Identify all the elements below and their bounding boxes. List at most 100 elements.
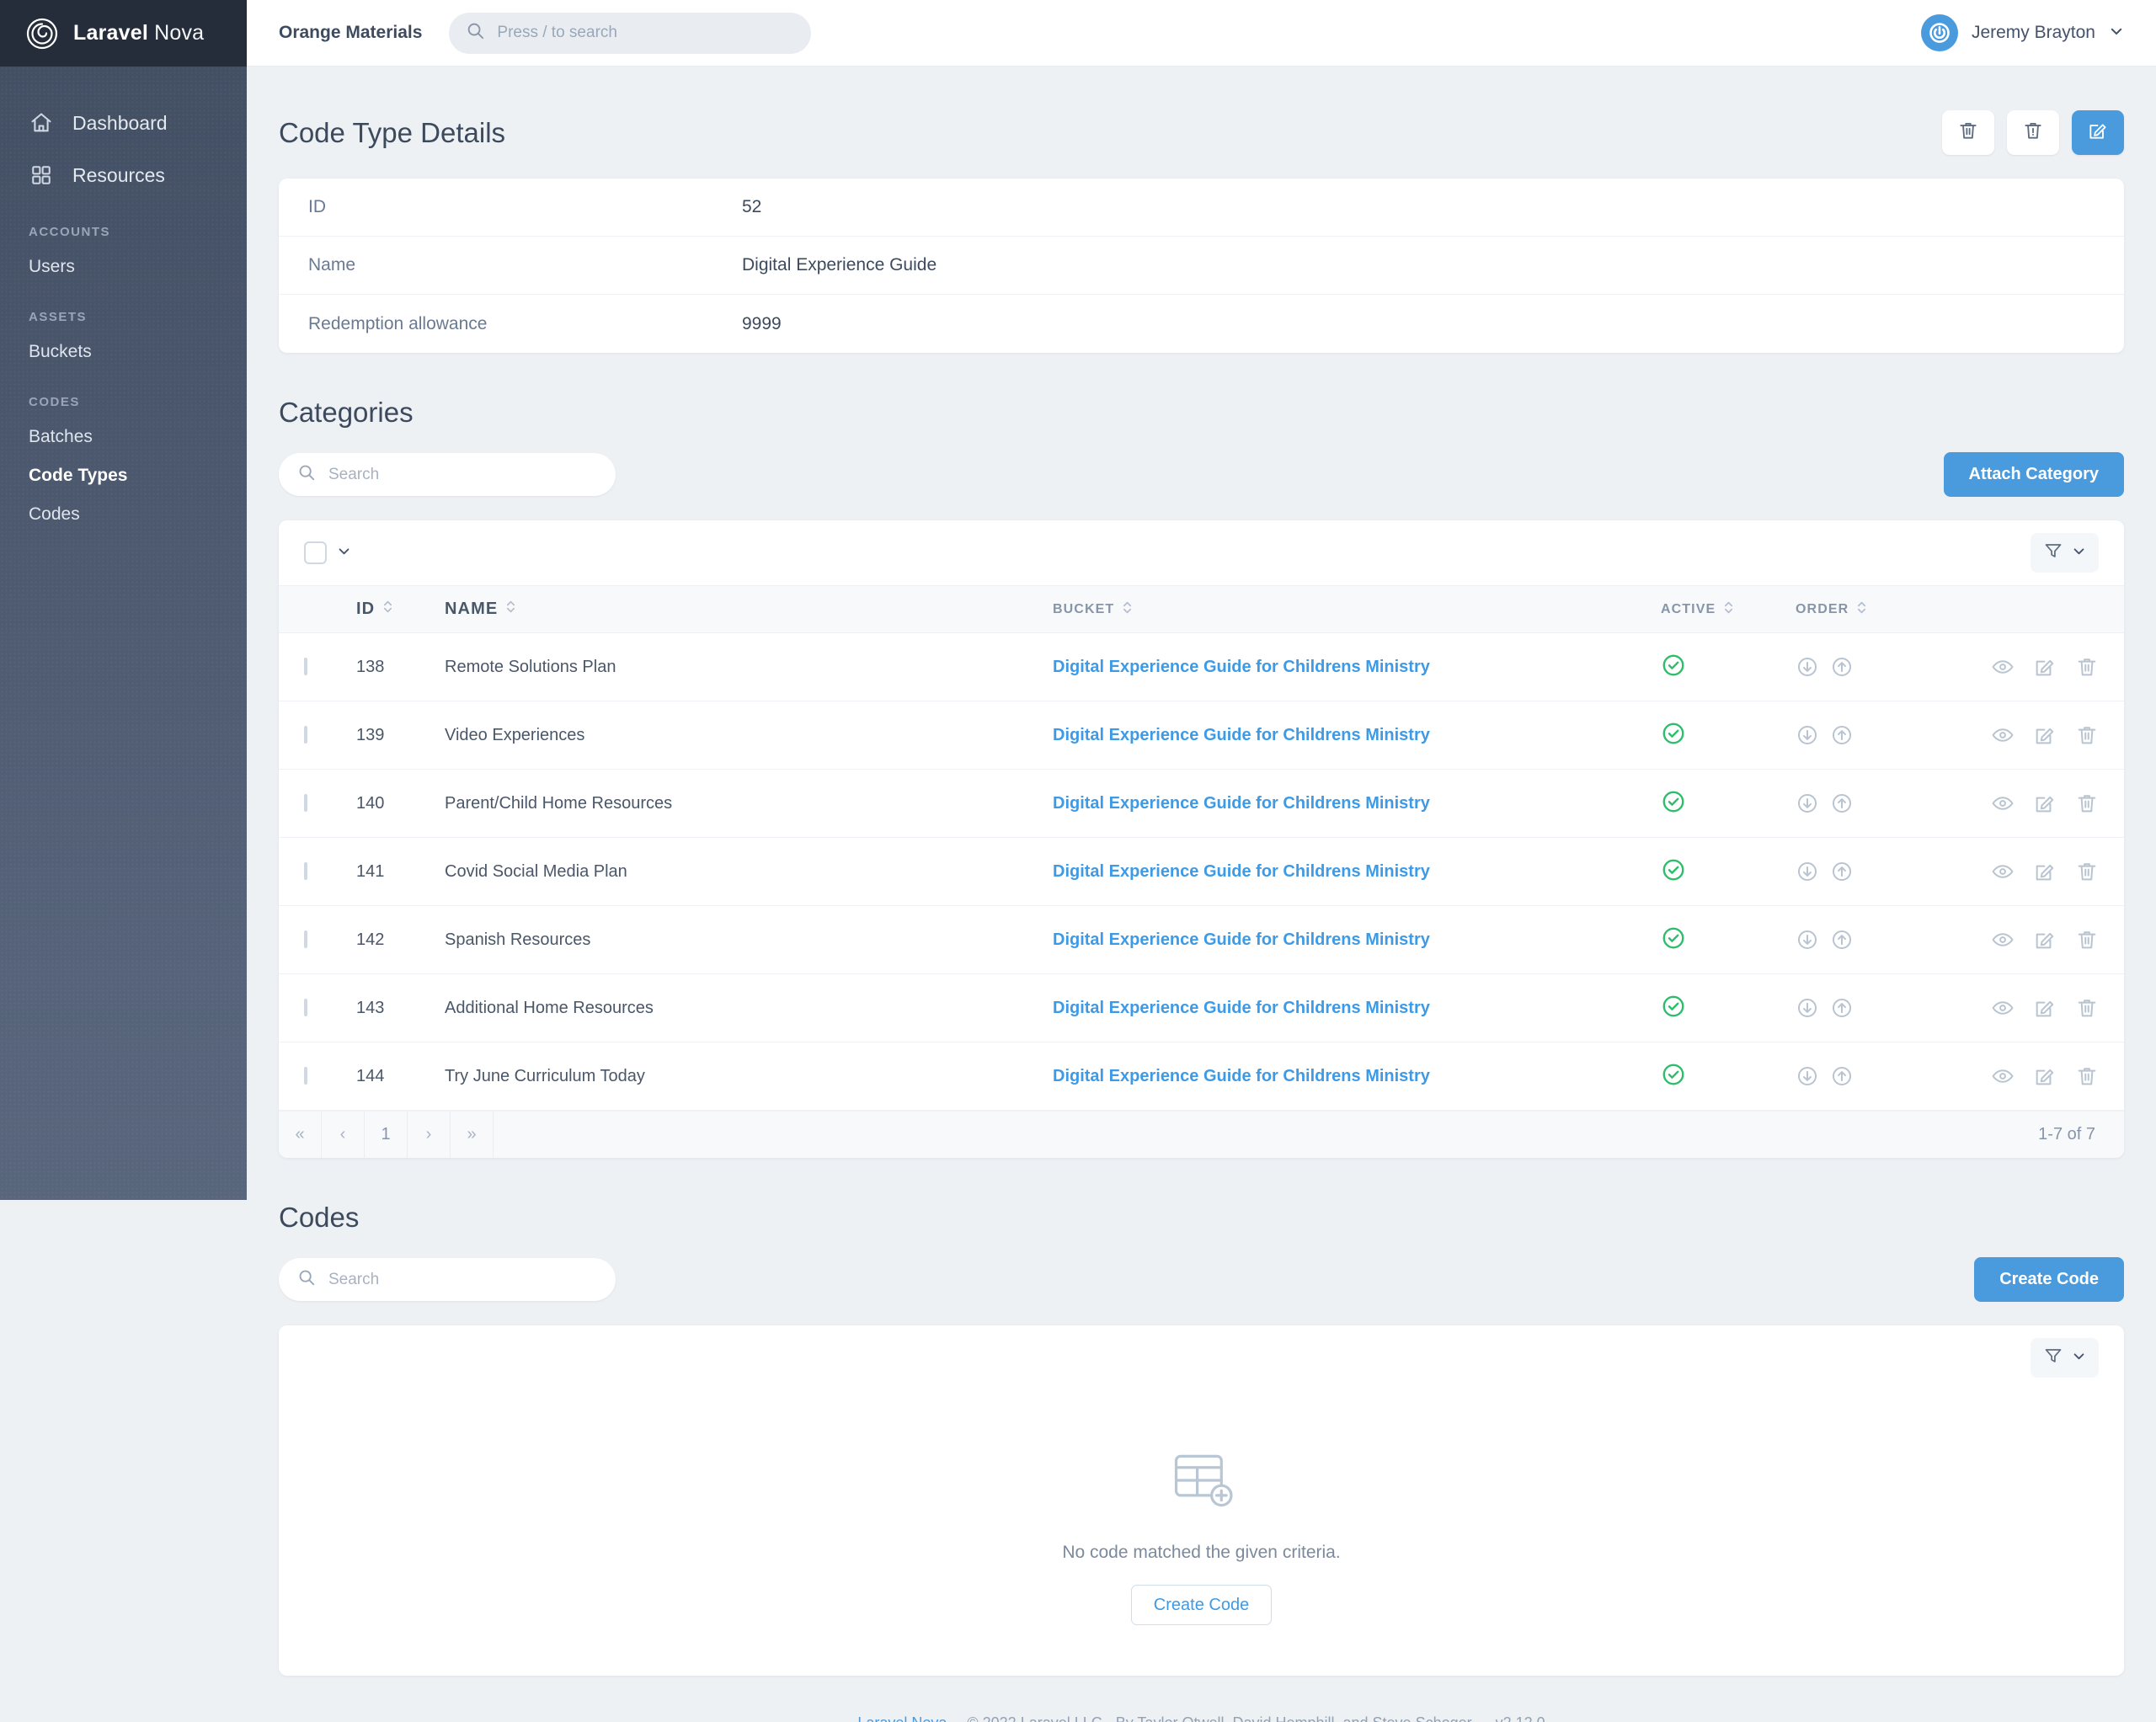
move-down-icon[interactable] [1796, 928, 1819, 952]
view-eye-icon[interactable] [1991, 928, 2015, 952]
row-bucket-link[interactable]: Digital Experience Guide for Childrens M… [1053, 999, 1430, 1017]
edit-pencil-icon[interactable] [2033, 655, 2057, 679]
table-row[interactable]: 141 Covid Social Media Plan Digital Experi… [279, 837, 2124, 906]
sidebar-item-dashboard[interactable]: Dashboard [0, 97, 247, 149]
view-eye-icon[interactable] [1991, 792, 2015, 815]
categories-table: ID Name [279, 585, 2124, 1111]
categories-search[interactable] [279, 453, 616, 496]
global-search-input[interactable] [497, 24, 795, 42]
table-row[interactable]: 143 Additional Home Resources Digital Expe… [279, 973, 2124, 1042]
edit-pencil-icon[interactable] [2033, 792, 2057, 815]
move-up-icon[interactable] [1830, 723, 1854, 747]
sidebar-item-buckets[interactable]: Buckets [0, 333, 247, 371]
delete-trash-icon[interactable] [2075, 996, 2099, 1020]
row-bucket-link[interactable]: Digital Experience Guide for Childrens M… [1053, 862, 1430, 881]
categories-search-input[interactable] [328, 465, 597, 484]
edit-pencil-icon[interactable] [2033, 860, 2057, 883]
attach-category-button[interactable]: Attach Category [1943, 452, 2124, 497]
move-up-icon[interactable] [1830, 1064, 1854, 1088]
edit-pencil-icon[interactable] [2033, 996, 2057, 1020]
footer-link-laravel-nova[interactable]: Laravel Nova [857, 1714, 947, 1722]
row-id: 142 [356, 905, 445, 974]
move-up-icon[interactable] [1830, 928, 1854, 952]
row-checkbox-cell [279, 1042, 356, 1111]
row-checkbox[interactable] [304, 930, 307, 948]
row-bucket-link[interactable]: Digital Experience Guide for Childrens M… [1053, 658, 1430, 676]
view-eye-icon[interactable] [1991, 723, 2015, 747]
pagination-next[interactable]: › [408, 1112, 451, 1158]
row-checkbox[interactable] [304, 1067, 307, 1085]
table-row[interactable]: 140 Parent/Child Home Resources Digital Ex… [279, 769, 2124, 838]
th-id[interactable]: ID [356, 586, 445, 633]
row-checkbox[interactable] [304, 726, 307, 744]
th-active[interactable]: Active [1661, 586, 1796, 633]
table-row[interactable]: 139 Video Experiences Digital Experience G… [279, 701, 2124, 770]
pagination-page-1[interactable]: 1 [365, 1112, 408, 1158]
row-bucket-link[interactable]: Digital Experience Guide for Childrens M… [1053, 1067, 1430, 1085]
move-down-icon[interactable] [1796, 655, 1819, 679]
details-header: Code Type Details [279, 67, 2124, 179]
row-checkbox[interactable] [304, 658, 307, 675]
move-up-icon[interactable] [1830, 792, 1854, 815]
delete-trash-icon[interactable] [2075, 792, 2099, 815]
view-eye-icon[interactable] [1991, 655, 2015, 679]
move-down-icon[interactable] [1796, 723, 1819, 747]
row-checkbox[interactable] [304, 999, 307, 1016]
select-all-control[interactable] [304, 541, 351, 564]
move-up-icon[interactable] [1830, 996, 1854, 1020]
detail-row: ID 52 [279, 179, 2124, 237]
move-down-icon[interactable] [1796, 792, 1819, 815]
pagination-prev[interactable]: ‹ [322, 1112, 365, 1158]
table-row[interactable]: 144 Try June Curriculum Today Digital Expe… [279, 1042, 2124, 1111]
row-bucket-link[interactable]: Digital Experience Guide for Childrens M… [1053, 726, 1430, 744]
row-checkbox[interactable] [304, 794, 307, 812]
global-search[interactable] [449, 12, 812, 54]
sidebar-logo[interactable]: Laravel Nova [0, 0, 247, 67]
codes-search[interactable] [279, 1258, 616, 1301]
view-eye-icon[interactable] [1991, 996, 2015, 1020]
edit-button[interactable] [2072, 110, 2124, 155]
move-down-icon[interactable] [1796, 996, 1819, 1020]
table-row[interactable]: 142 Spanish Resources Digital Experience G… [279, 905, 2124, 974]
move-down-icon[interactable] [1796, 860, 1819, 883]
edit-pencil-icon[interactable] [2033, 928, 2057, 952]
move-down-icon[interactable] [1796, 1064, 1819, 1088]
edit-pencil-icon[interactable] [2033, 723, 2057, 747]
codes-filter-button[interactable] [2031, 1338, 2099, 1378]
sidebar-item-users[interactable]: Users [0, 248, 247, 286]
sidebar-item-resources[interactable]: Resources [0, 149, 247, 201]
th-name[interactable]: Name [445, 586, 1053, 633]
sidebar-item-codes[interactable]: Codes [0, 495, 247, 534]
delete-trash-icon[interactable] [2075, 860, 2099, 883]
create-code-button[interactable]: Create Code [1974, 1257, 2124, 1302]
edit-pencil-icon[interactable] [2033, 1064, 2057, 1088]
force-delete-button[interactable] [2007, 110, 2059, 155]
row-checkbox[interactable] [304, 862, 307, 880]
sidebar-item-batches[interactable]: Batches [0, 418, 247, 456]
delete-trash-icon[interactable] [2075, 723, 2099, 747]
row-bucket-link[interactable]: Digital Experience Guide for Childrens M… [1053, 794, 1430, 813]
categories-filter-button[interactable] [2031, 533, 2099, 573]
pagination-first[interactable]: « [279, 1112, 322, 1158]
user-menu[interactable]: Jeremy Brayton [1920, 14, 2124, 51]
th-order[interactable]: Order [1796, 586, 1943, 633]
table-row[interactable]: 138 Remote Solutions Plan Digital Experien… [279, 632, 2124, 701]
codes-search-input[interactable] [328, 1270, 597, 1289]
delete-trash-icon[interactable] [2075, 655, 2099, 679]
row-checkbox-cell [279, 905, 356, 974]
chevron-down-icon[interactable] [337, 544, 351, 562]
view-eye-icon[interactable] [1991, 1064, 2015, 1088]
sidebar-item-code-types[interactable]: Code Types [0, 456, 247, 495]
move-up-icon[interactable] [1830, 860, 1854, 883]
row-id: 139 [356, 701, 445, 770]
pagination-last[interactable]: » [451, 1112, 494, 1158]
row-bucket-link[interactable]: Digital Experience Guide for Childrens M… [1053, 930, 1430, 949]
select-all-checkbox[interactable] [304, 541, 327, 564]
delete-trash-icon[interactable] [2075, 928, 2099, 952]
delete-button[interactable] [1942, 110, 1994, 155]
empty-create-code-button[interactable]: Create Code [1130, 1585, 1273, 1625]
view-eye-icon[interactable] [1991, 860, 2015, 883]
th-bucket[interactable]: Bucket [1053, 586, 1661, 633]
delete-trash-icon[interactable] [2075, 1064, 2099, 1088]
move-up-icon[interactable] [1830, 655, 1854, 679]
